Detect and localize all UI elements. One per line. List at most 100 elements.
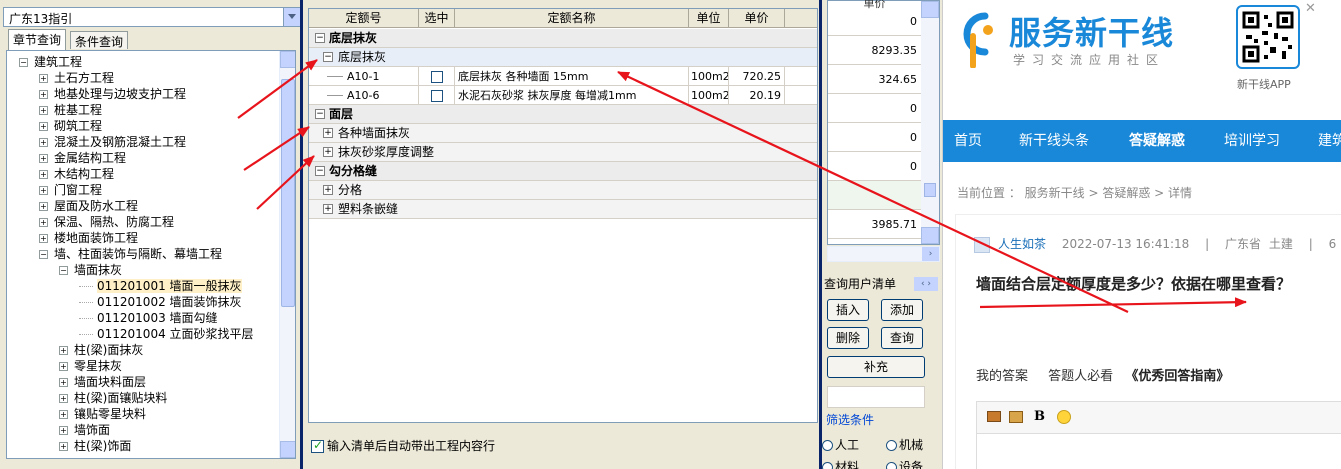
nav-building[interactable]: 建筑 [1318, 120, 1341, 162]
tree-node[interactable]: 011201003 墙面勾缝 [79, 310, 218, 326]
subgroup-row[interactable]: + 塑料条嵌缝 [309, 200, 817, 219]
auto-content-checkbox[interactable]: 输入清单后自动带出工程内容行 [311, 437, 495, 454]
expand-icon[interactable]: + [39, 138, 48, 147]
quota-row[interactable]: A10-6 水泥石灰砂浆 抹灰厚度 每增减1mm 100m2 20.19 [309, 86, 817, 105]
expand-icon[interactable]: + [59, 394, 68, 403]
expand-icon[interactable]: + [39, 106, 48, 115]
radio-machine[interactable]: 机械 [886, 436, 923, 453]
nav-training[interactable]: 培训学习 [1224, 120, 1280, 162]
select-checkbox[interactable] [430, 71, 443, 83]
radio-icon[interactable] [886, 462, 897, 469]
tree-node[interactable]: + 柱(梁)面抹灰 [59, 342, 143, 358]
tree-node[interactable]: + 楼地面装饰工程 [39, 230, 138, 246]
expand-icon[interactable]: + [323, 147, 333, 157]
guide-link[interactable]: 《优秀回答指南》 [1125, 369, 1229, 384]
tree-node[interactable]: + 镶贴零星块料 [59, 406, 146, 422]
tab-condition-query[interactable]: 条件查询 [70, 31, 129, 49]
subgroup-row[interactable]: − 底层抹灰 [309, 48, 817, 67]
query-button[interactable]: 查询 [881, 327, 923, 349]
chevron-left-right-icon[interactable]: ‹ › [914, 277, 938, 291]
expand-icon[interactable]: + [39, 122, 48, 131]
tree-node[interactable]: + 保温、隔热、防腐工程 [39, 214, 174, 230]
tree-node[interactable]: − 墙、柱面装饰与隔断、幕墙工程 [39, 246, 222, 262]
bold-icon[interactable]: B [1034, 409, 1045, 424]
nav-home[interactable]: 首页 [954, 120, 982, 162]
tree-node[interactable]: + 门窗工程 [39, 182, 102, 198]
tree-node[interactable]: − 墙面抹灰 [59, 262, 122, 278]
tree-node[interactable]: + 屋面及防水工程 [39, 198, 138, 214]
header-unit[interactable]: 单位 [689, 9, 729, 28]
chevron-down-icon[interactable] [283, 8, 300, 26]
tree-node[interactable]: + 混凝土及钢筋混凝土工程 [39, 134, 186, 150]
tree-node[interactable]: + 金属结构工程 [39, 150, 126, 166]
group-row[interactable]: − 面层 [309, 105, 817, 124]
group-row[interactable]: − 勾分格缝 [309, 162, 817, 181]
expand-icon[interactable]: + [59, 346, 68, 355]
expand-icon[interactable]: + [59, 362, 68, 371]
header-select[interactable]: 选中 [419, 9, 455, 28]
radio-equipment[interactable]: 设备 [886, 458, 923, 469]
image-icon[interactable] [987, 411, 1001, 422]
expand-icon[interactable]: + [59, 378, 68, 387]
radio-material[interactable]: 材料 [822, 458, 859, 469]
tree-node[interactable]: − 建筑工程 [19, 54, 82, 70]
scroll-down-icon[interactable] [921, 227, 939, 244]
collapse-icon[interactable]: − [315, 33, 325, 43]
tree-node[interactable]: 011201001 墙面一般抹灰 [79, 278, 242, 294]
tree-node[interactable]: 011201002 墙面装饰抹灰 [79, 294, 242, 310]
expand-icon[interactable]: + [323, 128, 333, 138]
chevron-right-icon[interactable]: › [922, 247, 939, 261]
expand-icon[interactable]: + [323, 185, 333, 195]
collapse-icon[interactable]: − [323, 52, 333, 62]
tree-node[interactable]: + 墙饰面 [59, 422, 110, 438]
grip-icon[interactable] [924, 183, 936, 197]
subgroup-row[interactable]: + 各种墙面抹灰 [309, 124, 817, 143]
header-price[interactable]: 单价 [729, 9, 785, 28]
scroll-down-icon[interactable] [280, 441, 295, 458]
filter-box[interactable] [827, 386, 925, 408]
expand-icon[interactable]: + [59, 426, 68, 435]
select-checkbox[interactable] [430, 90, 443, 102]
expand-icon[interactable]: + [39, 218, 48, 227]
collapse-icon[interactable]: − [315, 109, 325, 119]
collapse-icon[interactable]: − [39, 250, 48, 259]
supplement-button[interactable]: 补充 [827, 356, 925, 378]
expand-icon[interactable]: + [39, 234, 48, 243]
header-name[interactable]: 定额名称 [455, 9, 689, 28]
collapse-icon[interactable]: − [59, 266, 68, 275]
tree-node[interactable]: + 零星抹灰 [59, 358, 122, 374]
radio-icon[interactable] [822, 462, 833, 469]
horizontal-scrollbar[interactable]: › [827, 246, 940, 262]
delete-button[interactable]: 删除 [827, 327, 869, 349]
scroll-up-icon[interactable] [921, 1, 939, 18]
my-answer-tab[interactable]: 我的答案 [976, 369, 1028, 384]
price-scrollbar[interactable] [921, 1, 939, 244]
quota-select[interactable] [419, 86, 455, 105]
radio-icon[interactable] [822, 440, 833, 451]
answer-editor[interactable]: B [976, 401, 1341, 469]
quota-select[interactable] [419, 67, 455, 86]
subgroup-row[interactable]: + 分格 [309, 181, 817, 200]
tree-node[interactable]: + 土石方工程 [39, 70, 114, 86]
add-button[interactable]: 添加 [881, 299, 923, 321]
nav-headline[interactable]: 新干线头条 [1019, 120, 1089, 162]
radio-labor[interactable]: 人工 [822, 436, 859, 453]
scroll-up-icon[interactable] [280, 51, 295, 68]
tree-node[interactable]: + 地基处理与边坡支护工程 [39, 86, 186, 102]
folder-image-icon[interactable] [1009, 411, 1023, 423]
expand-icon[interactable]: + [59, 410, 68, 419]
tree-node[interactable]: + 柱(梁)饰面 [59, 438, 131, 454]
guide-select[interactable]: 广东13指引 [3, 7, 301, 27]
quota-row[interactable]: A10-1 底层抹灰 各种墙面 15mm 100m2 720.25 [309, 67, 817, 86]
avatar[interactable] [974, 236, 990, 253]
subgroup-row[interactable]: + 抹灰砂浆厚度调整 [309, 143, 817, 162]
expand-icon[interactable]: + [39, 186, 48, 195]
tree-node[interactable]: 011201004 立面砂浆找平层 [79, 326, 254, 342]
check-icon[interactable] [311, 438, 324, 453]
tree-node[interactable]: + 桩基工程 [39, 102, 102, 118]
expand-icon[interactable]: + [39, 170, 48, 179]
expand-icon[interactable]: + [39, 74, 48, 83]
tree-node[interactable]: + 砌筑工程 [39, 118, 102, 134]
scroll-thumb[interactable] [281, 79, 295, 307]
tab-chapter-query[interactable]: 章节查询 [8, 29, 67, 50]
